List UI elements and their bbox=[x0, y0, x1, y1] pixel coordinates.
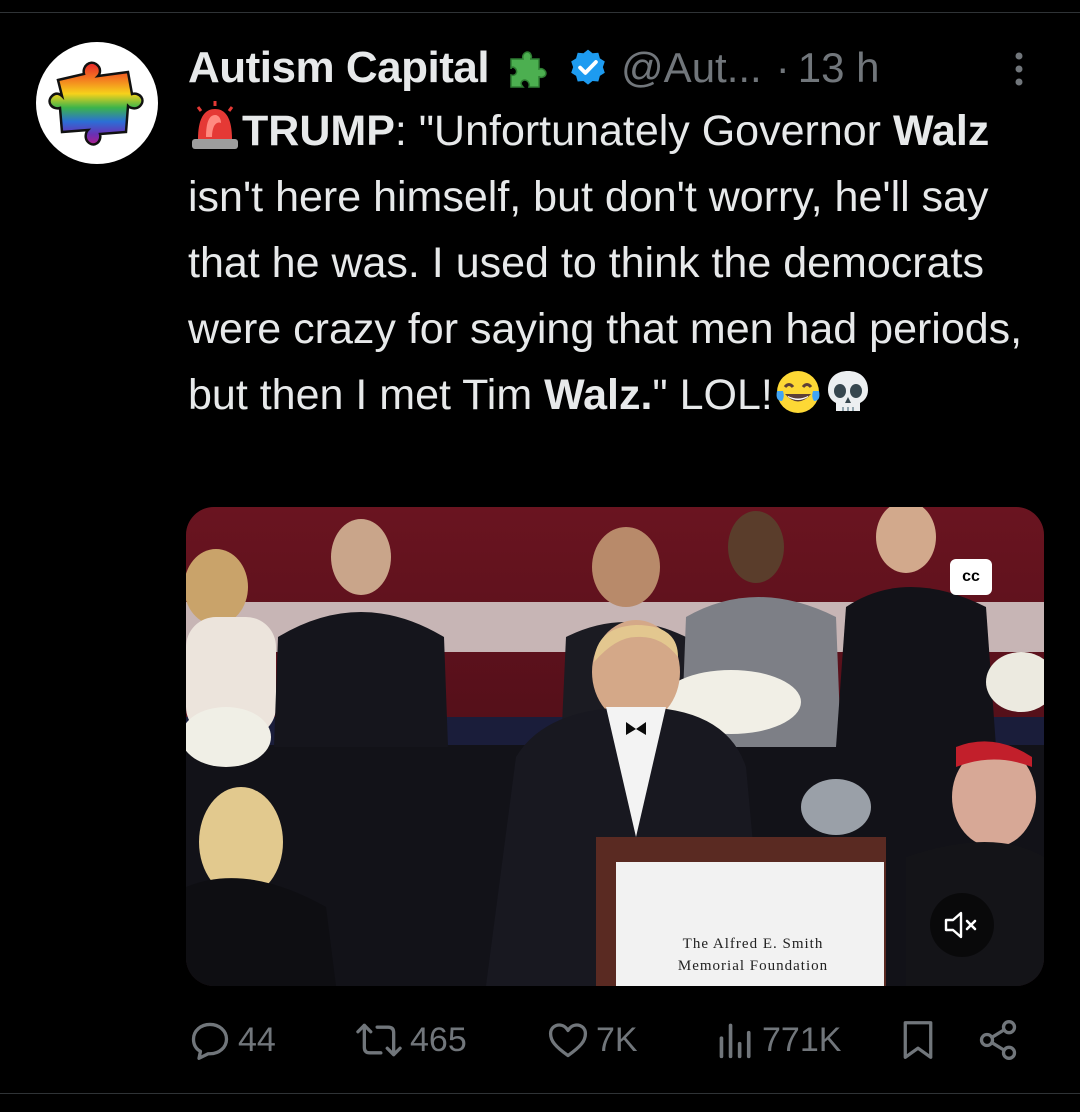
author-handle[interactable]: @Aut... bbox=[621, 44, 762, 92]
verified-badge-icon bbox=[571, 49, 605, 85]
views-count: 771K bbox=[762, 1020, 842, 1059]
mute-button[interactable] bbox=[930, 893, 994, 957]
closed-captions-button[interactable]: cc bbox=[950, 559, 992, 595]
author-name[interactable]: Autism Capital bbox=[188, 43, 490, 93]
repost-button[interactable]: 465 bbox=[354, 1010, 467, 1070]
tweet-header: Autism Capital @Aut... · 13 h bbox=[188, 38, 1048, 98]
reply-button[interactable]: 44 bbox=[188, 1010, 276, 1070]
rainbow-puzzle-avatar-icon bbox=[48, 61, 144, 146]
podium-sign: The Alfred E. Smith Memorial Foundation bbox=[677, 936, 829, 974]
timestamp[interactable]: 13 h bbox=[798, 44, 880, 92]
like-count: 7K bbox=[596, 1020, 638, 1059]
speaker-name: TRUMP bbox=[242, 107, 395, 155]
reply-count: 44 bbox=[238, 1020, 276, 1059]
more-options-icon[interactable] bbox=[1004, 44, 1034, 94]
reply-icon bbox=[191, 1022, 229, 1060]
views-button[interactable]: 771K bbox=[716, 1010, 841, 1070]
like-button[interactable]: 7K bbox=[546, 1010, 638, 1070]
face-with-tears-of-joy-icon bbox=[776, 371, 820, 413]
tweet-text: TRUMP: "Unfortunately Governor Walz isn'… bbox=[188, 98, 1058, 428]
action-bar: 44 465 7K 771K bbox=[186, 1010, 1036, 1070]
bottom-divider bbox=[0, 1093, 1080, 1094]
repost-icon bbox=[356, 1023, 402, 1057]
bookmark-icon bbox=[903, 1021, 933, 1059]
avatar[interactable] bbox=[36, 42, 158, 164]
separator-dot: · bbox=[775, 44, 790, 91]
share-button[interactable] bbox=[976, 1010, 1020, 1070]
skull-icon bbox=[827, 371, 868, 411]
repost-count: 465 bbox=[410, 1020, 467, 1059]
heart-icon bbox=[548, 1023, 588, 1058]
views-chart-icon bbox=[719, 1023, 751, 1059]
top-divider bbox=[0, 12, 1080, 13]
bold-walz: Walz bbox=[892, 107, 990, 155]
muted-speaker-icon bbox=[944, 911, 977, 939]
bookmark-button[interactable] bbox=[898, 1010, 938, 1070]
share-icon bbox=[979, 1020, 1017, 1060]
video-player[interactable]: The Alfred E. Smith Memorial Foundation … bbox=[186, 507, 1044, 986]
puzzle-piece-icon bbox=[510, 51, 547, 88]
rotating-light-icon bbox=[192, 101, 238, 149]
bold-walz-2: Walz. bbox=[544, 371, 653, 419]
video-frame bbox=[186, 507, 1044, 986]
